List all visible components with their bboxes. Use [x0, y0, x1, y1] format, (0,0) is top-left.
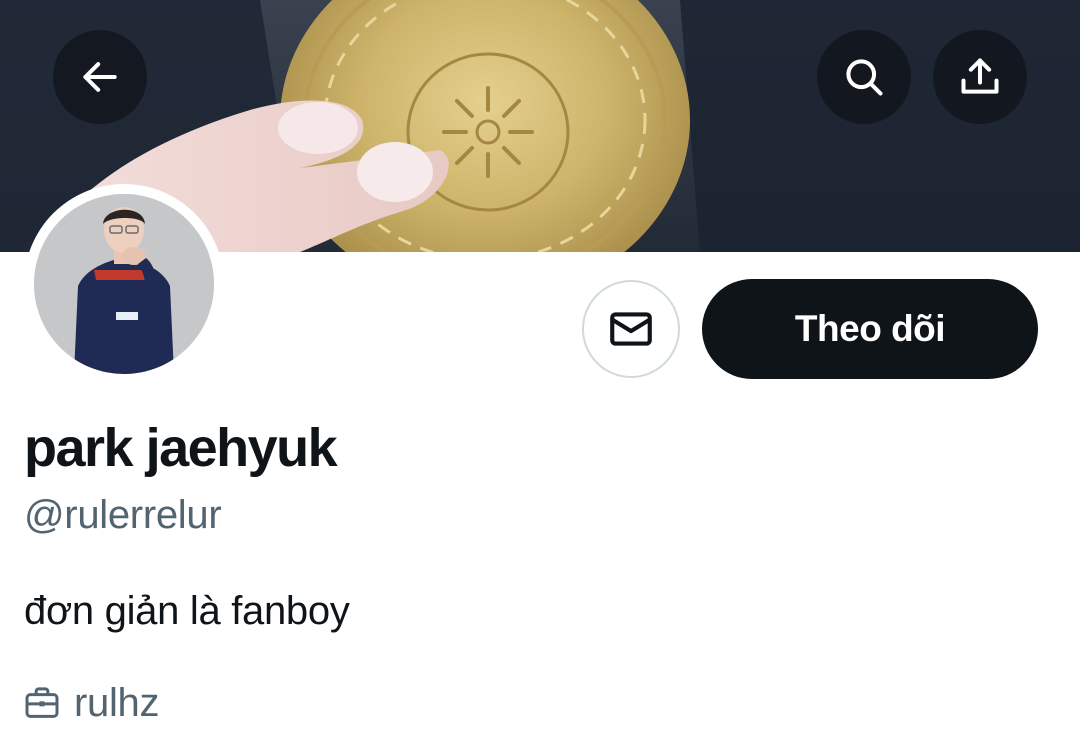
- search-button[interactable]: [817, 30, 911, 124]
- arrow-left-icon: [83, 62, 117, 92]
- briefcase-icon: [25, 687, 59, 718]
- display-name: park jaehyuk: [24, 418, 338, 478]
- profession-label: rulhz: [74, 681, 160, 725]
- share-upload-icon: [961, 58, 999, 94]
- envelope-icon: [610, 312, 652, 346]
- avatar-frame[interactable]: [24, 184, 224, 384]
- avatar[interactable]: [34, 194, 214, 374]
- search-icon: [846, 59, 883, 96]
- message-button[interactable]: [582, 280, 680, 378]
- profile-professional-category: rulhz: [22, 680, 160, 726]
- back-button[interactable]: [53, 30, 147, 124]
- share-button[interactable]: [933, 30, 1027, 124]
- follow-button[interactable]: Theo dõi: [702, 279, 1038, 379]
- username-handle: @rulerrelur: [24, 493, 222, 537]
- profile-bio: đơn giản là fanboy: [24, 589, 350, 633]
- avatar-image: [34, 194, 214, 374]
